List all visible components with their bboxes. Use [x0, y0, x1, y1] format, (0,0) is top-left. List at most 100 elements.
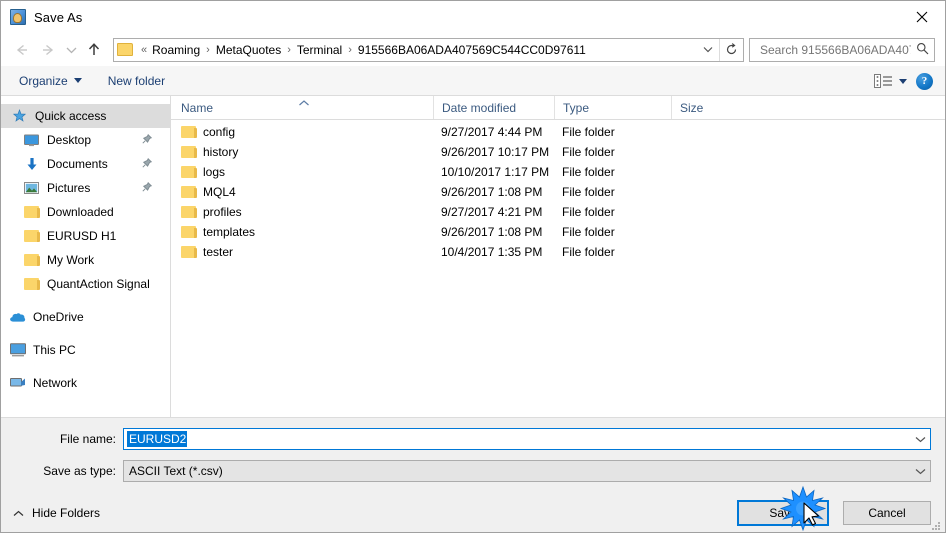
- up-button[interactable]: [81, 37, 107, 63]
- pin-icon[interactable]: [142, 157, 153, 171]
- folder-icon: [181, 226, 197, 238]
- file-name: logs: [203, 165, 226, 179]
- table-row[interactable]: MQL4 9/26/2017 1:08 PM File folder: [171, 182, 945, 202]
- column-header-date-modified[interactable]: Date modified: [433, 96, 554, 119]
- sort-ascending-icon: [298, 96, 310, 110]
- command-bar-right: ?: [874, 66, 933, 96]
- file-name: config: [203, 125, 236, 139]
- sidebar-item-label: Documents: [47, 157, 108, 171]
- sidebar-item-network[interactable]: Network: [1, 371, 170, 395]
- file-date: 9/26/2017 10:17 PM: [441, 145, 550, 159]
- breadcrumb-overflow[interactable]: «: [138, 44, 150, 56]
- file-list-header: Name Date modified Type Size: [171, 96, 945, 120]
- sidebar-item-documents[interactable]: Documents: [1, 152, 170, 176]
- breadcrumb-list: « Roaming › MetaQuotes › Terminal › 9155…: [138, 43, 697, 57]
- refresh-icon[interactable]: [719, 38, 743, 61]
- file-name: tester: [203, 245, 234, 259]
- sidebar-item-desktop[interactable]: Desktop: [1, 128, 170, 152]
- folder-icon: [117, 43, 133, 56]
- breadcrumb-item-3[interactable]: 915566BA06ADA407569C544CC0D97611: [356, 43, 588, 57]
- documents-icon: [23, 156, 40, 173]
- chevron-down-icon[interactable]: [910, 436, 930, 443]
- sidebar-item-this-pc[interactable]: This PC: [1, 338, 170, 362]
- file-type-select[interactable]: ASCII Text (*.csv): [123, 460, 931, 482]
- save-button[interactable]: Save: [737, 500, 829, 526]
- table-row[interactable]: config 9/27/2017 4:44 PM File folder: [171, 122, 945, 142]
- sidebar-item-downloaded[interactable]: Downloaded: [1, 200, 170, 224]
- folder-icon: [181, 186, 197, 198]
- chevron-down-icon: [899, 78, 907, 84]
- file-name-combo[interactable]: EURUSD2: [123, 428, 931, 450]
- breadcrumb-item-2[interactable]: Terminal: [295, 43, 344, 57]
- table-row[interactable]: profiles 9/27/2017 4:21 PM File folder: [171, 202, 945, 222]
- folder-icon: [181, 246, 197, 258]
- column-header-size[interactable]: Size: [671, 96, 751, 119]
- file-type: File folder: [562, 225, 615, 239]
- column-label: Name: [181, 100, 214, 115]
- pin-icon[interactable]: [142, 133, 153, 147]
- file-name-cell: logs: [171, 165, 433, 179]
- organize-label: Organize: [19, 73, 68, 88]
- hide-folders-button[interactable]: Hide Folders: [1, 506, 100, 520]
- folder-icon: [23, 204, 40, 221]
- organize-button[interactable]: Organize: [19, 74, 82, 88]
- sidebar-item-quick-access[interactable]: Quick access: [1, 104, 170, 128]
- sidebar-item-my-work[interactable]: My Work: [1, 248, 170, 272]
- table-row[interactable]: history 9/26/2017 10:17 PM File folder: [171, 142, 945, 162]
- pictures-icon: [23, 180, 40, 197]
- chevron-up-icon: [13, 506, 24, 520]
- table-row[interactable]: tester 10/4/2017 1:35 PM File folder: [171, 242, 945, 262]
- column-header-name[interactable]: Name: [171, 96, 433, 119]
- file-type: File folder: [562, 245, 615, 259]
- sidebar-item-quantaction-signal[interactable]: QuantAction Signal: [1, 272, 170, 296]
- column-label: Type: [563, 100, 590, 115]
- sidebar-item-eurusd-h1[interactable]: EURUSD H1: [1, 224, 170, 248]
- column-header-type[interactable]: Type: [554, 96, 671, 119]
- save-as-icon: [10, 9, 26, 25]
- recent-locations-button[interactable]: [61, 37, 81, 63]
- file-type: File folder: [562, 185, 615, 199]
- folder-icon: [181, 126, 197, 138]
- command-bar: Organize New folder ?: [1, 66, 945, 96]
- resize-grip-icon[interactable]: [930, 520, 942, 532]
- breadcrumb[interactable]: « Roaming › MetaQuotes › Terminal › 9155…: [113, 37, 744, 62]
- file-type-label: Save as type:: [43, 464, 116, 478]
- file-name-cell: config: [171, 125, 433, 139]
- sidebar-item-label: Desktop: [47, 133, 92, 147]
- breadcrumb-dropdown-icon[interactable]: [697, 39, 719, 61]
- folder-icon: [23, 276, 40, 293]
- sidebar-item-label: Downloaded: [47, 205, 114, 219]
- sidebar-item-pictures[interactable]: Pictures: [1, 176, 170, 200]
- breadcrumb-item-1[interactable]: MetaQuotes: [214, 43, 283, 57]
- file-date: 10/10/2017 1:17 PM: [441, 165, 550, 179]
- pin-icon[interactable]: [142, 181, 153, 195]
- this-pc-icon: [9, 342, 26, 359]
- sidebar-item-label: EURUSD H1: [47, 229, 117, 243]
- back-button[interactable]: [9, 37, 35, 63]
- dialog-buttons: Save Cancel: [737, 500, 931, 526]
- search-input[interactable]: [758, 41, 913, 58]
- new-folder-label: New folder: [107, 73, 166, 88]
- sidebar-item-label: Network: [33, 376, 78, 390]
- file-date: 10/4/2017 1:35 PM: [441, 245, 543, 259]
- file-name-input[interactable]: EURUSD2: [127, 431, 188, 447]
- forward-button[interactable]: [35, 37, 61, 63]
- file-type: File folder: [562, 205, 615, 219]
- file-type-value: ASCII Text (*.csv): [129, 464, 223, 478]
- close-icon[interactable]: [899, 1, 945, 32]
- help-icon[interactable]: ?: [916, 72, 933, 90]
- search-box[interactable]: [749, 37, 935, 62]
- cancel-button[interactable]: Cancel: [843, 501, 931, 525]
- sidebar-item-label: OneDrive: [33, 310, 84, 324]
- new-folder-button[interactable]: New folder: [108, 74, 165, 88]
- view-options-icon[interactable]: [874, 74, 907, 88]
- action-bar: Hide Folders Save Cancel: [1, 494, 945, 532]
- file-name-cell: templates: [171, 225, 433, 239]
- breadcrumb-item-0[interactable]: Roaming: [150, 43, 202, 57]
- table-row[interactable]: templates 9/26/2017 1:08 PM File folder: [171, 222, 945, 242]
- network-icon: [9, 375, 26, 392]
- table-row[interactable]: logs 10/10/2017 1:17 PM File folder: [171, 162, 945, 182]
- sidebar-item-label: My Work: [47, 253, 95, 267]
- sidebar-item-onedrive[interactable]: OneDrive: [1, 305, 170, 329]
- chevron-down-icon[interactable]: [910, 468, 930, 475]
